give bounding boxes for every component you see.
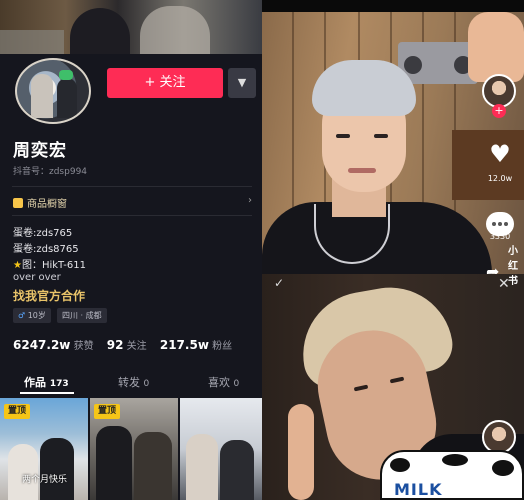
divider: [12, 215, 252, 216]
shopping-bag-icon: [13, 197, 23, 208]
business-contact-link[interactable]: 找我官方合作: [13, 287, 85, 304]
shop-label: 商品橱窗: [27, 199, 67, 210]
video-frame-top[interactable]: + ♥ 12.0w 3330: [262, 12, 524, 274]
bio-line: over over: [13, 272, 61, 283]
active-tab-indicator: [20, 392, 74, 394]
tab-likes[interactable]: 喜欢 0: [208, 374, 239, 390]
follow-button[interactable]: + 关注: [107, 68, 223, 98]
fans-count[interactable]: 217.5w: [160, 338, 209, 352]
corner-mark: ✓: [274, 276, 285, 290]
bio-line: 蛋卷:zds765: [13, 228, 73, 239]
bio-line: ★图：HikT-611: [13, 260, 86, 271]
video-thumbnail[interactable]: 置顶: [90, 398, 178, 500]
profile-panel: + 关注 ▼ 周奕宏 抖音号：zdsp994 商品橱窗 › 蛋卷:zds765 …: [0, 0, 262, 500]
chevron-down-icon: ▼: [237, 76, 247, 89]
video-grid: 置顶 两个月快乐 置顶: [0, 398, 262, 500]
profile-banner: [0, 0, 262, 54]
video-thumbnail[interactable]: [180, 398, 262, 500]
video-thumbnail[interactable]: 置顶 两个月快乐: [0, 398, 88, 500]
pinned-badge: 置顶: [4, 404, 31, 419]
creator-avatar[interactable]: [482, 74, 516, 108]
heart-icon[interactable]: ♥: [486, 140, 514, 168]
star-icon: ★: [13, 260, 22, 271]
video-feed: + ♥ 12.0w 3330 ➦ ✓ ✕ MILK 小红书: [262, 0, 524, 500]
shop-window-link[interactable]: 商品橱窗: [13, 195, 67, 210]
video-frame-bottom[interactable]: ✓ ✕ MILK: [262, 274, 524, 500]
likes-count: 6247.2w: [13, 338, 71, 352]
profile-name: 周奕宏: [13, 141, 67, 161]
avatar[interactable]: [15, 58, 91, 124]
milk-sticker-text: MILK: [394, 480, 443, 499]
pinned-badge: 置顶: [94, 404, 121, 419]
location-tag: 四川 · 成都: [57, 308, 107, 323]
age-tag: ♂ 10岁: [13, 308, 51, 323]
tab-works[interactable]: 作品 173: [24, 374, 69, 390]
more-options-button[interactable]: ▼: [228, 68, 256, 98]
gender-male-icon: ♂: [18, 311, 26, 320]
chevron-right-icon: ›: [248, 195, 252, 206]
divider: [12, 186, 252, 187]
tab-reposts[interactable]: 转发 0: [118, 374, 149, 390]
xiaohongshu-watermark: 小红书: [508, 246, 518, 287]
likes-count: 12.0w: [487, 174, 513, 183]
profile-tabs: 作品 173 转发 0 喜欢 0: [0, 370, 262, 396]
profile-stats: 6247.2w 获赞 92 关注 217.5w 粉丝: [13, 338, 233, 352]
status-strip: [262, 0, 524, 12]
follow-plus-icon[interactable]: +: [492, 104, 506, 118]
thumbnail-caption: 两个月快乐: [22, 475, 68, 485]
bio-line: 蛋卷:zds8765: [13, 244, 79, 255]
comments-count: 3330: [489, 232, 511, 241]
douyin-id: 抖音号：zdsp994: [13, 167, 88, 177]
following-count[interactable]: 92: [107, 338, 124, 352]
creator-avatar[interactable]: [482, 420, 516, 454]
